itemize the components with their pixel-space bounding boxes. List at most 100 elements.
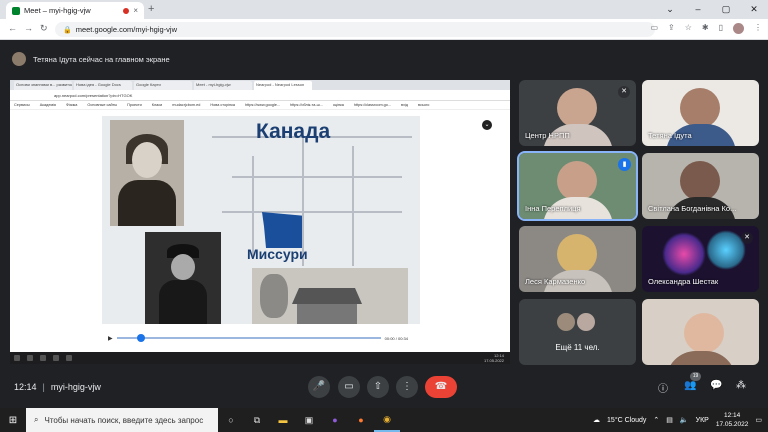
browser-tab-bar: Meet – myi-hgig-vjw × + ⌄ – ▢ ✕ bbox=[0, 0, 768, 19]
presenter-notice-text: Тетяна Ідута сейчас на главном экране bbox=[33, 54, 170, 64]
network-icon[interactable]: ▤ bbox=[666, 416, 673, 424]
profile-avatar[interactable] bbox=[733, 23, 744, 34]
more-participants-tile[interactable]: Ещё 11 чел. bbox=[519, 299, 636, 365]
meet-control-bar: 12:14 | myi-hgig-vjw 🎤 ▭ ⇧ ⋮ ☎ ⓘ 👥 19 💬 … bbox=[0, 370, 768, 404]
shared-tab: Meet - myi-hgig-vjw bbox=[194, 81, 252, 90]
participant-tile[interactable]: ✕ Центр НРПП bbox=[519, 80, 636, 146]
camera-button[interactable]: ▭ bbox=[338, 376, 360, 398]
task-view-icon[interactable]: ⧉ bbox=[244, 408, 270, 432]
shared-tab: Google Карти bbox=[134, 81, 192, 90]
forward-arrow-icon[interactable]: → bbox=[24, 23, 33, 33]
meeting-details-icon[interactable]: ⓘ bbox=[658, 380, 668, 395]
bookmark: Академія bbox=[39, 103, 56, 107]
browser-toolbar: ▭ ⇪ ☆ ✱ ▯ ⋮ bbox=[650, 23, 762, 34]
sidebar-icon[interactable]: ▯ bbox=[719, 23, 723, 34]
taskbar-app-icon bbox=[66, 355, 72, 361]
shared-tab-active: Nearpod - Nearpod Lesson bbox=[254, 81, 312, 90]
participant-tile[interactable]: Світлана Богданівна Ко... bbox=[642, 153, 759, 219]
taskbar-clock[interactable]: 12:14 17.05.2022 bbox=[716, 411, 749, 429]
meeting-time: 12:14 bbox=[14, 382, 37, 392]
notification-icon[interactable]: ▭ bbox=[755, 416, 762, 424]
tray-chevron-icon[interactable]: ⌃ bbox=[653, 416, 659, 424]
map-border-line bbox=[352, 146, 354, 266]
cortana-icon[interactable]: ○ bbox=[218, 408, 244, 432]
map-border-line bbox=[232, 176, 402, 178]
minimize-button[interactable]: – bbox=[684, 0, 712, 19]
windows-start-icon[interactable]: ⊞ bbox=[0, 415, 26, 426]
store-icon[interactable]: ▣ bbox=[296, 408, 322, 432]
bookmark: Сервисы bbox=[14, 103, 30, 107]
extensions-icon[interactable]: ✱ bbox=[702, 23, 709, 34]
play-icon[interactable]: ▶ bbox=[108, 335, 113, 342]
media-player: ▶ 00:00 / 00:34 bbox=[108, 332, 408, 344]
close-window-button[interactable]: ✕ bbox=[740, 0, 768, 19]
activities-icon[interactable]: ⁂ bbox=[736, 380, 746, 391]
lock-icon: 🔒 bbox=[63, 26, 72, 34]
language-indicator[interactable]: УКР bbox=[696, 417, 709, 424]
end-call-button[interactable]: ☎ bbox=[425, 376, 457, 398]
present-screen-button[interactable]: ⇧ bbox=[367, 376, 389, 398]
camera-permission-icon[interactable]: ▭ bbox=[650, 23, 658, 34]
weather-text[interactable]: 15°C Cloudy bbox=[607, 417, 646, 424]
participant-video bbox=[557, 161, 597, 201]
system-tray: ☁ 15°C Cloudy ⌃ ▤ 🔈 УКР 12:14 17.05.2022 … bbox=[593, 411, 768, 429]
shared-taskbar: 12:14 17.05.2022 bbox=[10, 352, 510, 364]
menu-dots-icon[interactable]: ⋮ bbox=[754, 23, 762, 34]
taskbar-app-icon bbox=[53, 355, 59, 361]
reload-icon[interactable]: ↻ bbox=[40, 23, 48, 34]
participant-video bbox=[684, 313, 724, 353]
bookmark: оцінка bbox=[332, 103, 344, 107]
media-progress-knob[interactable] bbox=[136, 334, 145, 342]
bookmark: Проекти bbox=[127, 103, 142, 107]
shared-url: app.nearpod.com/presentation?pin=HTGOK bbox=[10, 90, 510, 101]
meeting-code: myi-hgig-vjw bbox=[50, 382, 101, 392]
media-time: 00:00 / 00:34 bbox=[384, 335, 408, 341]
participant-tile[interactable]: ✕ Олександра Шестак bbox=[642, 226, 759, 292]
fireworks-background bbox=[662, 232, 706, 276]
bookmark-star-icon[interactable]: ☆ bbox=[685, 23, 692, 34]
tab-search-button[interactable]: ⌄ bbox=[656, 0, 684, 19]
participant-tile[interactable]: Тетяна Ідута bbox=[642, 80, 759, 146]
chat-icon[interactable]: 💬 bbox=[710, 380, 722, 391]
url-input[interactable]: 🔒 meet.google.com/myi-hgig-vjw bbox=[55, 22, 655, 37]
back-arrow-icon[interactable]: ← bbox=[8, 23, 17, 33]
media-progress-track[interactable] bbox=[116, 334, 381, 342]
self-view-tile[interactable] bbox=[642, 299, 759, 365]
chevron-down-icon[interactable]: ⌄ bbox=[482, 120, 492, 130]
separator: | bbox=[42, 382, 45, 392]
clock-date: 17.05.2022 bbox=[715, 421, 749, 428]
taskbar-search-box[interactable]: ⌕ Чтобы начать поиск, введите здесь запр… bbox=[26, 408, 218, 432]
avatar bbox=[557, 313, 575, 331]
share-icon[interactable]: ⇪ bbox=[668, 23, 675, 34]
maximize-button[interactable]: ▢ bbox=[712, 0, 740, 19]
firefox-icon[interactable]: ● bbox=[348, 408, 374, 432]
chrome-icon[interactable]: ◉ bbox=[374, 408, 400, 432]
viber-icon[interactable]: ● bbox=[322, 408, 348, 432]
mic-off-icon: ✕ bbox=[741, 232, 753, 244]
participant-name: Центр НРПП bbox=[525, 131, 570, 140]
missouri-state-shape bbox=[262, 212, 302, 248]
close-tab-icon[interactable]: × bbox=[133, 6, 138, 15]
participant-name: Інна Переплиця bbox=[525, 204, 581, 213]
participant-tile-active[interactable]: ▮ Інна Переплиця bbox=[517, 151, 638, 221]
participant-name: Світлана Богданівна Ко... bbox=[648, 204, 737, 213]
participant-tile[interactable]: Леся Кармазенко bbox=[519, 226, 636, 292]
participant-video bbox=[680, 161, 720, 201]
participant-name: Тетяна Ідута bbox=[648, 131, 692, 140]
file-explorer-icon[interactable]: ▬ bbox=[270, 408, 296, 432]
bookmark: Нова сторінка bbox=[210, 103, 235, 107]
search-icon: ⌕ bbox=[34, 415, 39, 424]
taskbar-app-icon bbox=[27, 355, 33, 361]
people-icon[interactable]: 👥 bbox=[684, 380, 696, 391]
browser-tab-meet[interactable]: Meet – myi-hgig-vjw × bbox=[6, 2, 144, 19]
new-tab-button[interactable]: + bbox=[148, 3, 154, 15]
microphone-button[interactable]: 🎤 bbox=[308, 376, 330, 398]
volume-icon[interactable]: 🔈 bbox=[680, 416, 689, 424]
bookmark: Основные сайты bbox=[87, 103, 118, 107]
woman-portrait-photo bbox=[110, 120, 184, 226]
participant-video bbox=[557, 88, 597, 128]
presenter-notice: Тетяна Ідута сейчас на главном экране bbox=[12, 52, 170, 66]
weather-icon[interactable]: ☁ bbox=[593, 416, 600, 424]
more-options-button[interactable]: ⋮ bbox=[396, 376, 418, 398]
participant-video bbox=[680, 88, 720, 128]
